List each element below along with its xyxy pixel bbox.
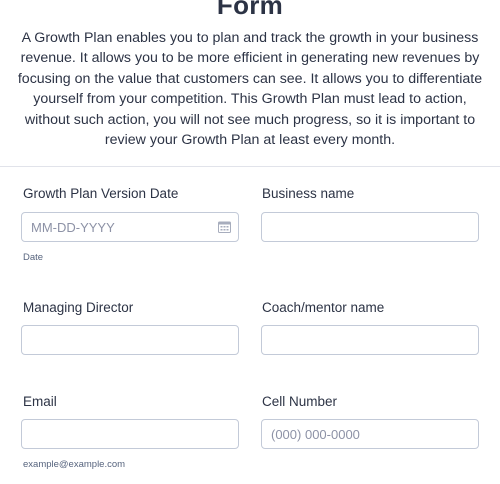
email-label: Email bbox=[23, 394, 57, 409]
form-description: A Growth Plan enables you to plan and tr… bbox=[17, 30, 483, 149]
version-date-sublabel: Date bbox=[23, 252, 44, 263]
cell-number-input[interactable] bbox=[261, 419, 479, 449]
calendar-icon[interactable] bbox=[218, 221, 231, 233]
section-divider bbox=[0, 166, 500, 167]
business-name-input[interactable] bbox=[261, 212, 479, 242]
coach-name-label: Coach/mentor name bbox=[262, 300, 385, 315]
coach-name-input[interactable] bbox=[261, 325, 479, 355]
email-input[interactable] bbox=[21, 419, 239, 449]
business-name-label: Business name bbox=[262, 186, 355, 201]
version-date-label: Growth Plan Version Date bbox=[23, 186, 179, 201]
form-title: Form bbox=[216, 0, 284, 20]
managing-director-label: Managing Director bbox=[23, 300, 134, 315]
cell-number-label: Cell Number bbox=[262, 394, 338, 409]
version-date-input[interactable] bbox=[21, 212, 239, 242]
managing-director-input[interactable] bbox=[21, 325, 239, 355]
email-sublabel: example@example.com bbox=[23, 459, 126, 470]
